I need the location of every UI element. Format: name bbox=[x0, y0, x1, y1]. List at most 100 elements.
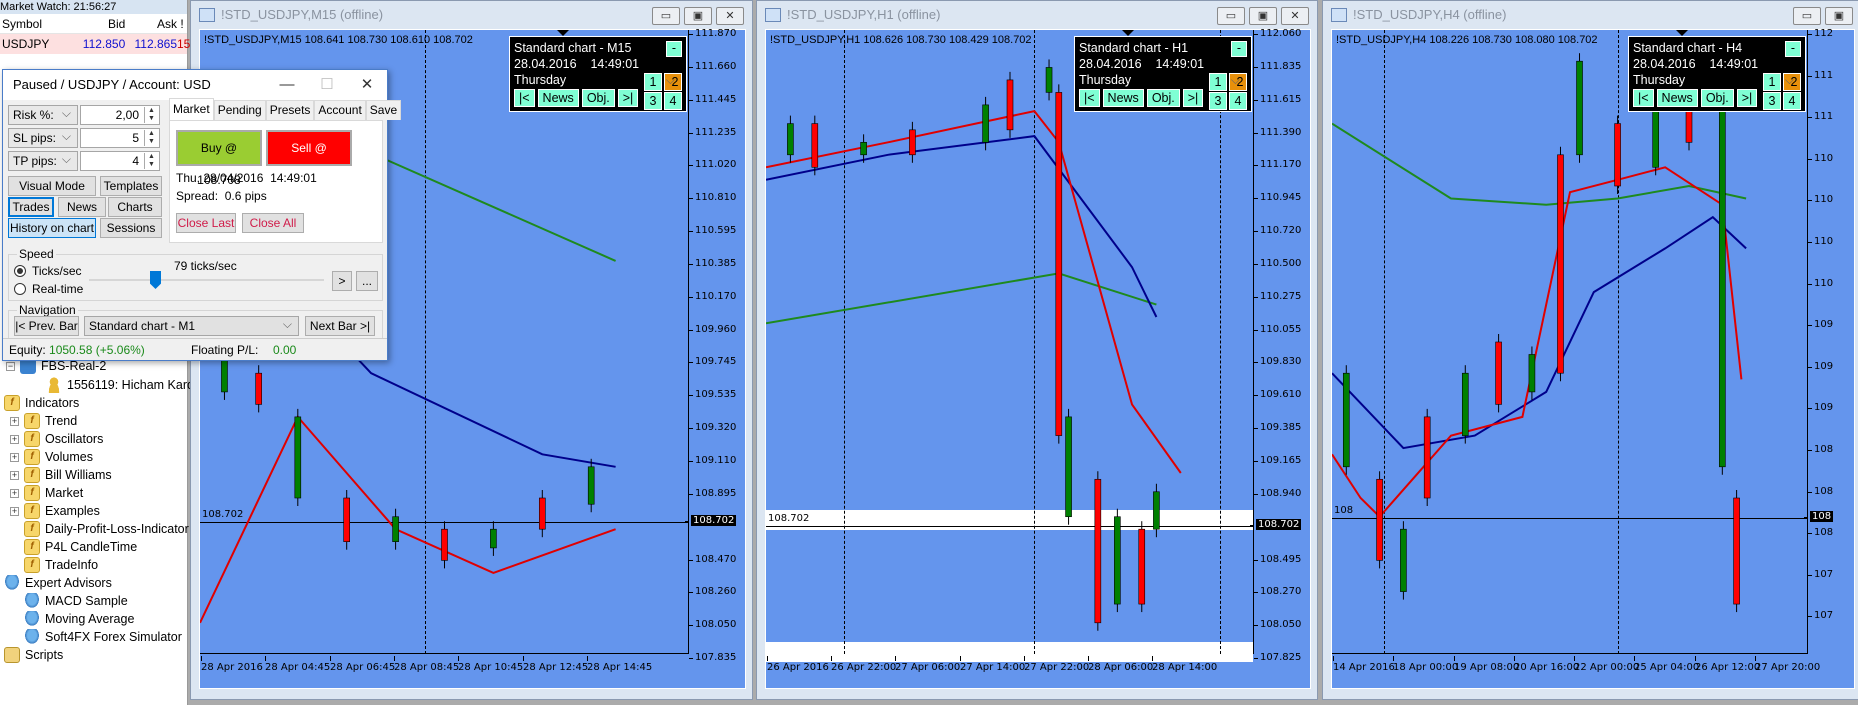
news-button[interactable]: News bbox=[1656, 89, 1698, 107]
tree-indicator-item[interactable]: + f Examples bbox=[10, 502, 100, 520]
layout-4-button[interactable]: 4 bbox=[664, 92, 682, 110]
chart-template-select[interactable]: Standard chart - M1 bbox=[84, 315, 299, 336]
col-bid[interactable]: Bid bbox=[76, 14, 125, 33]
tree-indicator-item[interactable]: f TradeInfo bbox=[10, 556, 98, 574]
templates-button[interactable]: Templates bbox=[100, 176, 162, 196]
charts-button[interactable]: Charts bbox=[108, 197, 162, 217]
window-restore-button[interactable]: ▣ bbox=[684, 7, 712, 25]
chart-area[interactable]: 108 !STD_USDJPY,H4 108.226 108.730 108.08… bbox=[1331, 28, 1855, 689]
spin-icon[interactable]: ▲ ▼ bbox=[144, 107, 158, 123]
expand-icon[interactable]: + bbox=[10, 470, 19, 480]
expand-icon[interactable]: + bbox=[10, 488, 19, 498]
objects-button[interactable]: Obj. bbox=[1700, 89, 1734, 107]
window-titlebar[interactable]: !STD_USDJPY,M15 (offline) ▭ ▣ ✕ bbox=[191, 1, 752, 29]
collapse-icon[interactable]: − bbox=[6, 361, 15, 371]
visual-mode-button[interactable]: Visual Mode bbox=[8, 176, 96, 196]
expand-icon[interactable]: + bbox=[10, 506, 19, 516]
last-bar-button[interactable]: >| bbox=[1736, 89, 1758, 107]
trades-button[interactable]: Trades bbox=[8, 197, 54, 217]
col-symbol[interactable]: Symbol bbox=[0, 14, 76, 33]
window-minimize-button[interactable]: ▭ bbox=[1793, 7, 1821, 25]
more-button[interactable]: ... bbox=[356, 271, 378, 291]
first-bar-button[interactable]: |< bbox=[1079, 89, 1100, 107]
tree-indicator-item[interactable]: + f Market bbox=[10, 484, 83, 502]
realtime-radio[interactable]: Real-time bbox=[14, 282, 83, 296]
window-titlebar[interactable]: !STD_USDJPY,H1 (offline) ▭ ▣ ✕ bbox=[757, 1, 1317, 29]
chart-area[interactable]: 108.702 !STD_USDJPY,H1 108.626 108.730 10… bbox=[765, 28, 1311, 689]
spin-icon[interactable]: ▲ ▼ bbox=[144, 153, 158, 169]
tree-indicator-item[interactable]: f P4L CandleTime bbox=[10, 538, 137, 556]
first-bar-button[interactable]: |< bbox=[514, 89, 535, 107]
tab-account[interactable]: Account bbox=[314, 100, 366, 120]
sessions-button[interactable]: Sessions bbox=[100, 218, 162, 238]
maximize-button[interactable]: ☐ bbox=[307, 70, 347, 100]
tp-input[interactable]: 4 ▲ ▼ bbox=[80, 151, 160, 171]
layout-3-button[interactable]: 3 bbox=[1209, 92, 1227, 110]
tree-indicator-item[interactable]: + f Oscillators bbox=[10, 430, 103, 448]
spin-icon[interactable]: ▲ ▼ bbox=[144, 130, 158, 146]
window-minimize-button[interactable]: ▭ bbox=[652, 7, 680, 25]
layout-4-button[interactable]: 4 bbox=[1783, 92, 1801, 110]
tree-indicator-item[interactable]: f Daily-Profit-Loss-Indicator bbox=[10, 520, 189, 538]
expand-icon[interactable]: + bbox=[10, 452, 19, 462]
dialog-titlebar[interactable]: Paused / USDJPY / Account: USD — ☐ ✕ bbox=[3, 70, 387, 100]
col-spread[interactable]: ! bbox=[177, 14, 187, 33]
play-button[interactable]: > bbox=[332, 271, 352, 291]
tree-expert-advisors[interactable]: Expert Advisors bbox=[4, 574, 112, 592]
sl-select[interactable]: SL pips: bbox=[8, 127, 78, 148]
expand-icon[interactable]: + bbox=[10, 434, 19, 444]
history-on-chart-button[interactable]: History on chart bbox=[8, 218, 96, 238]
tab-pending[interactable]: Pending bbox=[213, 100, 266, 120]
expand-icon[interactable]: + bbox=[10, 416, 19, 426]
tab-presets[interactable]: Presets bbox=[265, 100, 315, 120]
layout-3-button[interactable]: 3 bbox=[644, 92, 662, 110]
prev-bar-button[interactable]: |< Prev. Bar bbox=[14, 316, 79, 336]
layout-1-button[interactable]: 1 bbox=[644, 73, 662, 91]
tab-market[interactable]: Market bbox=[169, 98, 214, 120]
next-bar-button[interactable]: Next Bar >| bbox=[305, 316, 375, 336]
buy-button[interactable]: Buy @ 108.708 bbox=[176, 130, 262, 187]
tab-save[interactable]: Save bbox=[365, 100, 402, 120]
tree-scripts[interactable]: Scripts bbox=[4, 646, 63, 664]
objects-button[interactable]: Obj. bbox=[581, 89, 615, 107]
tree-expert-item[interactable]: MACD Sample bbox=[24, 592, 128, 610]
sell-button[interactable]: Sell @ 108.702 bbox=[266, 130, 352, 187]
risk-input[interactable]: 2,00 ▲ ▼ bbox=[80, 105, 160, 125]
chart-window[interactable]: !STD_USDJPY,H4 (offline) ▭ ▣ 108 !STD_USDJPY… bbox=[1322, 0, 1858, 700]
objects-button[interactable]: Obj. bbox=[1146, 89, 1180, 107]
plot-area[interactable]: 108 !STD_USDJPY,H4 108.226 108.730 108.08… bbox=[1332, 30, 1808, 654]
window-minimize-button[interactable]: ▭ bbox=[1217, 7, 1245, 25]
layout-2-button[interactable]: 2 bbox=[1783, 72, 1801, 91]
window-restore-button[interactable]: ▣ bbox=[1825, 7, 1853, 25]
ticks-radio[interactable]: Ticks/sec bbox=[14, 264, 82, 278]
col-ask[interactable]: Ask bbox=[125, 14, 177, 33]
tree-indicators[interactable]: f Indicators bbox=[4, 394, 79, 412]
panel-minimize-button[interactable]: - bbox=[1785, 41, 1801, 57]
news-button[interactable]: News bbox=[537, 89, 579, 107]
speed-slider-thumb[interactable] bbox=[150, 271, 161, 289]
close-all-button[interactable]: Close All bbox=[242, 213, 304, 233]
minimize-button[interactable]: — bbox=[267, 70, 307, 100]
speed-slider-track[interactable] bbox=[89, 279, 324, 281]
layout-1-button[interactable]: 1 bbox=[1763, 73, 1781, 91]
layout-4-button[interactable]: 4 bbox=[1229, 92, 1247, 110]
tree-indicator-item[interactable]: + f Trend bbox=[10, 412, 77, 430]
tree-indicator-item[interactable]: + f Bill Williams bbox=[10, 466, 112, 484]
first-bar-button[interactable]: |< bbox=[1633, 89, 1654, 107]
market-watch-row[interactable]: USDJPY 112.850 112.865 15 bbox=[0, 34, 190, 54]
window-close-button[interactable]: ✕ bbox=[716, 7, 744, 25]
window-close-button[interactable]: ✕ bbox=[1281, 7, 1309, 25]
layout-2-button[interactable]: 2 bbox=[1229, 72, 1247, 91]
news-button[interactable]: News bbox=[1102, 89, 1144, 107]
panel-minimize-button[interactable]: - bbox=[666, 41, 682, 57]
last-bar-button[interactable]: >| bbox=[1182, 89, 1204, 107]
plot-area[interactable]: 108.702 !STD_USDJPY,H1 108.626 108.730 10… bbox=[766, 30, 1254, 662]
tree-expert-item[interactable]: Moving Average bbox=[24, 610, 134, 628]
tp-select[interactable]: TP pips: bbox=[8, 150, 78, 171]
tree-account[interactable]: 1556119: Hicham Kard bbox=[46, 376, 194, 394]
sl-input[interactable]: 5 ▲ ▼ bbox=[80, 128, 160, 148]
news-button[interactable]: News bbox=[58, 197, 106, 217]
chart-window[interactable]: !STD_USDJPY,H1 (offline) ▭ ▣ ✕ 108.702 !STD_U… bbox=[756, 0, 1318, 700]
window-titlebar[interactable]: !STD_USDJPY,H4 (offline) ▭ ▣ bbox=[1323, 1, 1858, 29]
last-bar-button[interactable]: >| bbox=[617, 89, 639, 107]
